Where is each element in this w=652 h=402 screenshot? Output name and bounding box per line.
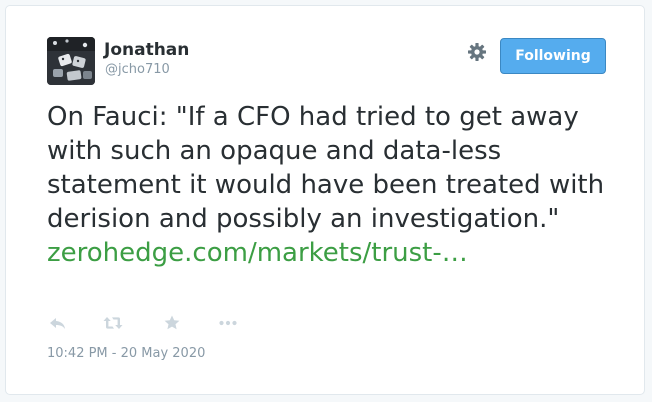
tweet-text: On Fauci: "If a CFO had tried to get awa… [47, 100, 607, 270]
more-icon[interactable] [217, 314, 239, 332]
author-handle[interactable]: @jcho710 [105, 62, 170, 78]
retweet-icon[interactable] [102, 314, 124, 332]
tweet-body: On Fauci: "If a CFO had tried to get awa… [47, 102, 605, 234]
author-name[interactable]: Jonathan [104, 40, 189, 60]
tweet-timestamp[interactable]: 10:42 PM - 20 May 2020 [47, 346, 205, 362]
following-button[interactable]: Following [500, 38, 606, 74]
gear-icon[interactable] [467, 42, 487, 62]
tweet-link[interactable]: zerohedge.com/markets/trust-… [47, 238, 468, 268]
avatar[interactable] [47, 37, 95, 85]
reply-icon[interactable] [47, 314, 69, 332]
like-icon[interactable] [161, 314, 183, 332]
tweet-card: Jonathan @jcho710 Following On Fauci: "I… [5, 5, 645, 395]
